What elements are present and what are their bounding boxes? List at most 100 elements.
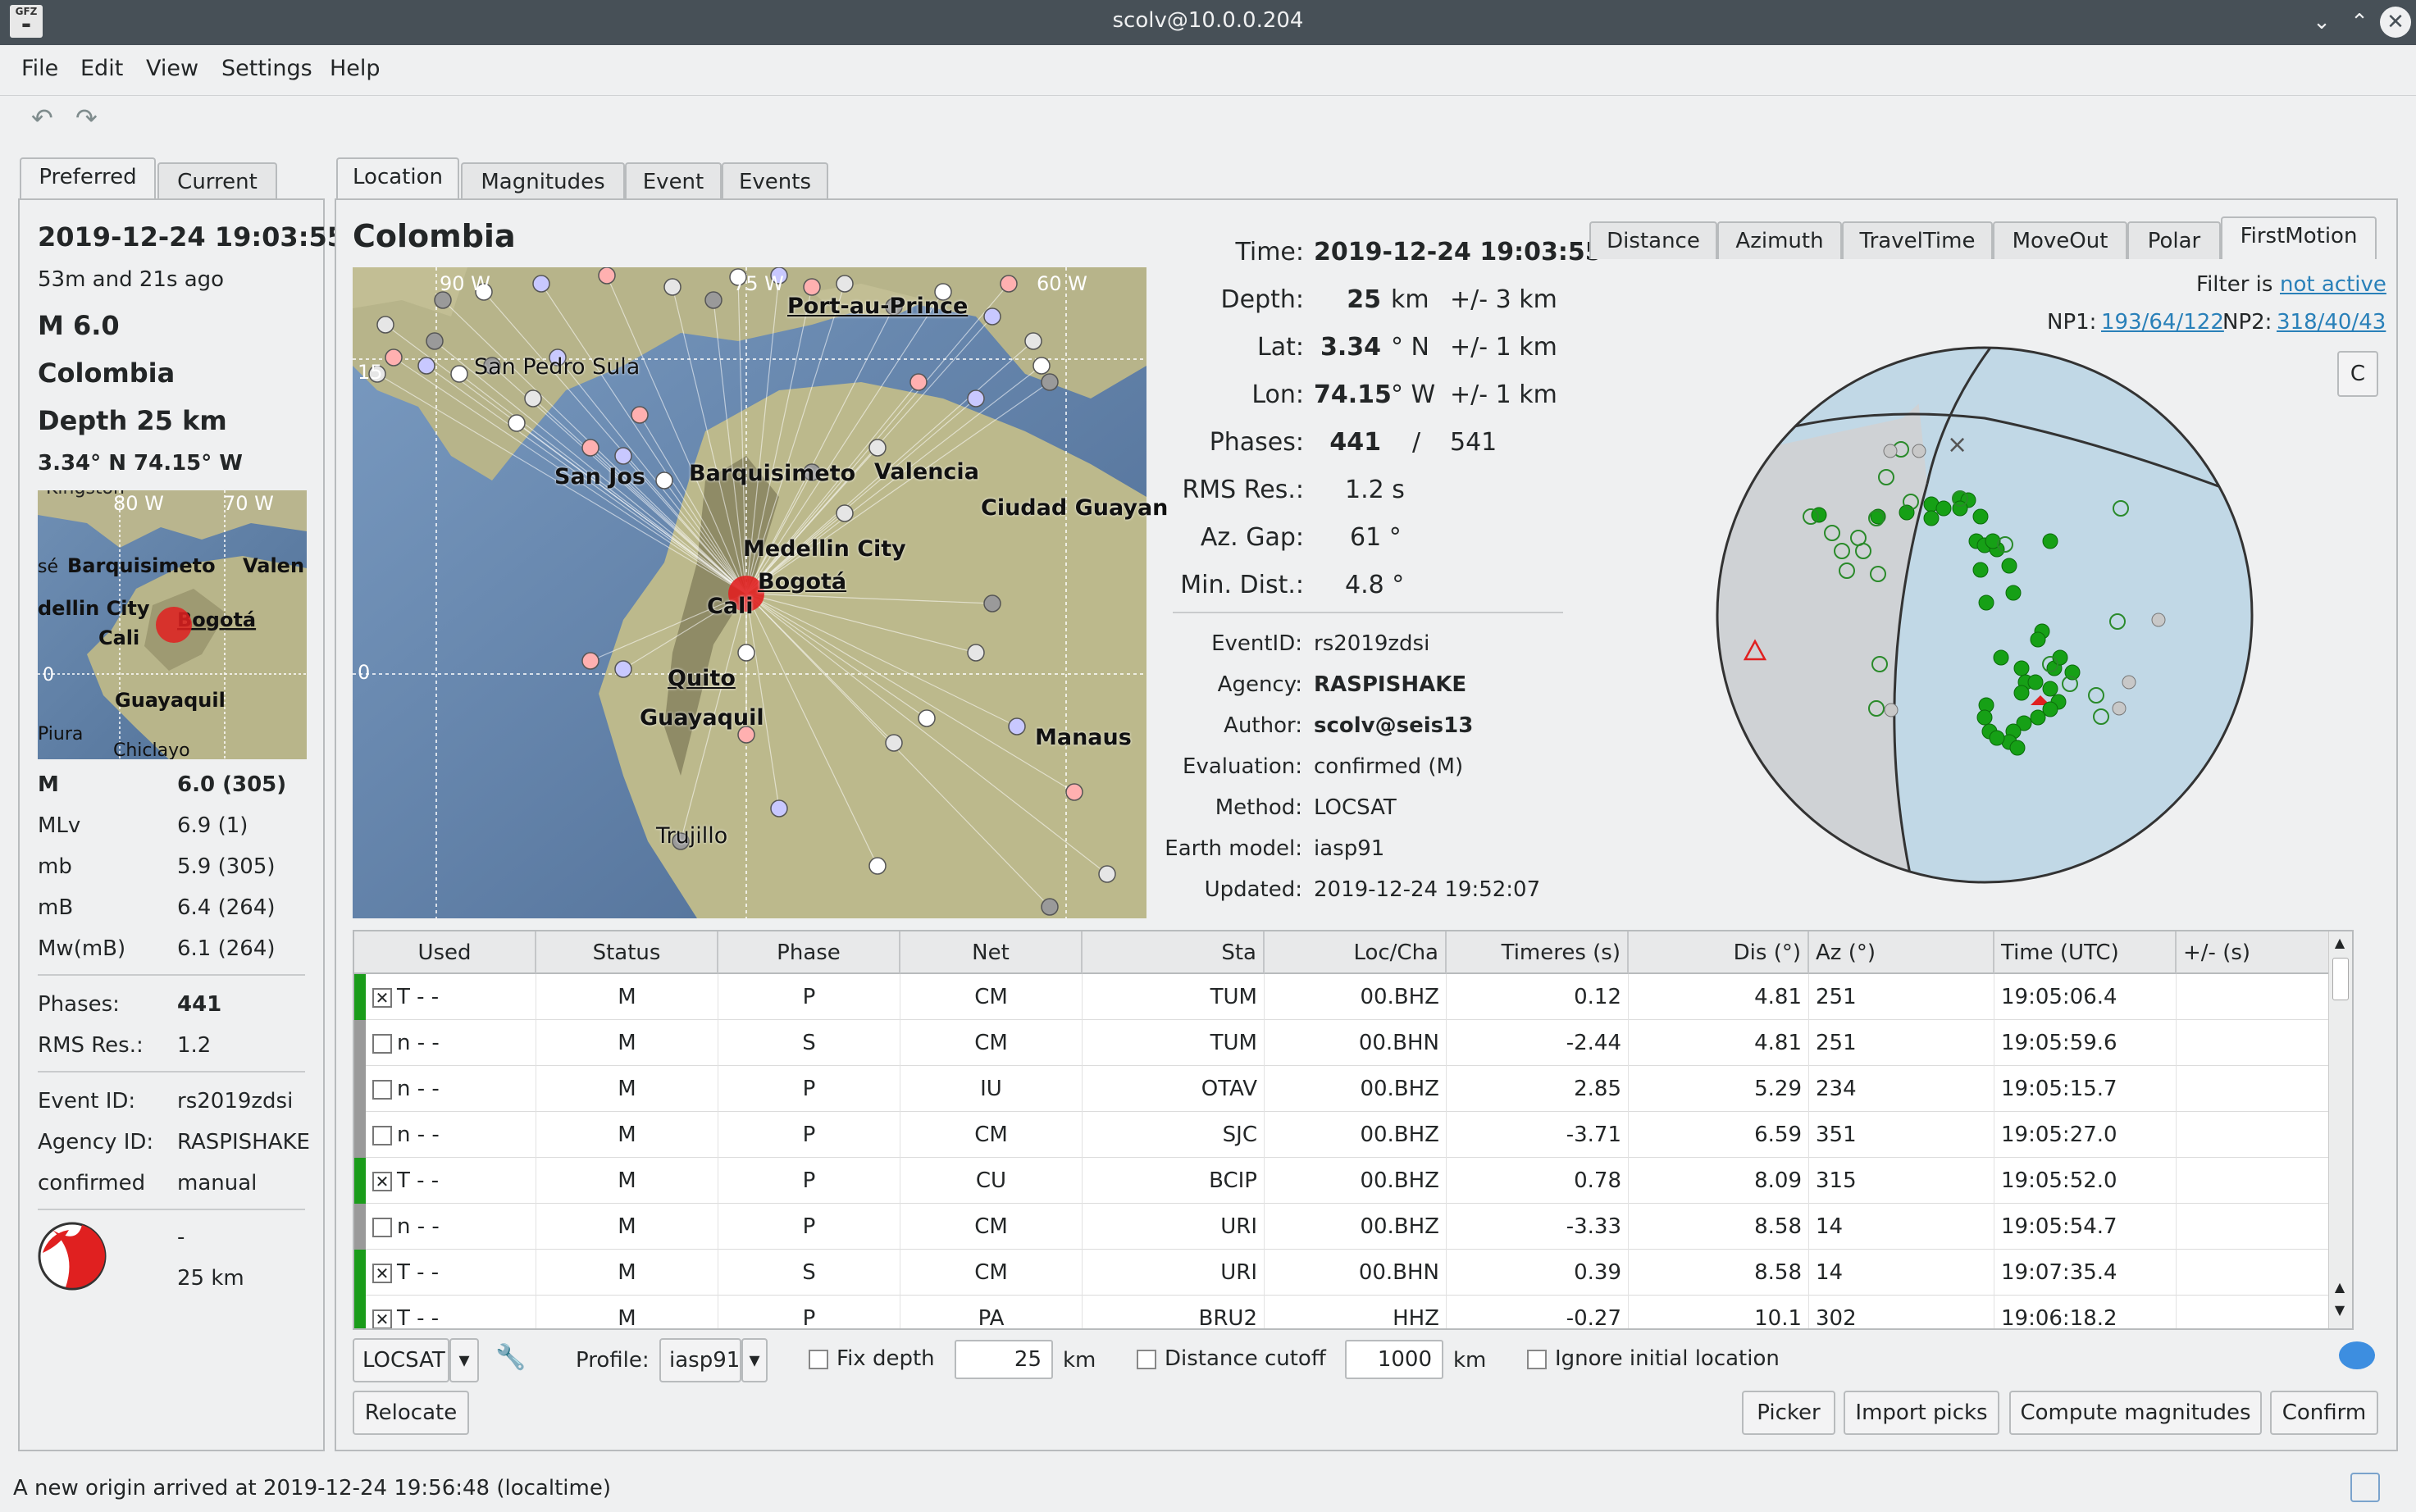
map-station-marker[interactable]	[1008, 717, 1026, 736]
map-station-marker[interactable]	[663, 278, 681, 296]
used-checkbox[interactable]	[372, 1125, 392, 1145]
map-station-marker[interactable]	[655, 471, 673, 490]
undo-icon[interactable]: ↶	[31, 102, 53, 134]
map-station-marker[interactable]	[967, 644, 985, 662]
menu-view[interactable]: View	[146, 56, 198, 81]
column-header[interactable]: Sta	[1083, 931, 1265, 974]
cell-used[interactable]: n - -	[354, 1066, 536, 1112]
locator-dropdown-icon[interactable]: ▾	[449, 1338, 479, 1382]
wrench-icon[interactable]: 🔧	[495, 1343, 526, 1372]
column-header[interactable]: Net	[900, 931, 1083, 974]
used-checkbox[interactable]: ✕	[372, 1309, 392, 1328]
used-checkbox[interactable]	[372, 1033, 392, 1054]
map-station-marker[interactable]	[1024, 332, 1042, 350]
ignore-initial-checkbox[interactable]: Ignore initial location	[1527, 1346, 1780, 1371]
table-row[interactable]: ✕ T - - M P CM TUM 00.BHZ 0.12 4.81 251 19:05:06.4	[354, 974, 2352, 1020]
relocate-button[interactable]: Relocate	[353, 1391, 469, 1435]
menu-file[interactable]: File	[21, 56, 58, 81]
profile-dropdown-icon[interactable]: ▾	[741, 1338, 768, 1382]
tab-distance[interactable]: Distance	[1589, 221, 1717, 259]
table-scrollbar[interactable]: ▲ ▲ ▼	[2328, 931, 2352, 1328]
confirm-button[interactable]: Confirm	[2270, 1391, 2378, 1435]
used-checkbox[interactable]: ✕	[372, 1263, 392, 1283]
map-station-marker[interactable]	[581, 652, 599, 670]
table-row[interactable]: n - - M P CM URI 00.BHZ -3.33 8.58 14 19:05:54.7	[354, 1204, 2352, 1250]
minimize-icon[interactable]: ⌄	[2306, 7, 2337, 38]
cell-used[interactable]: n - -	[354, 1204, 536, 1250]
column-header[interactable]: Phase	[718, 931, 900, 974]
picker-button[interactable]: Picker	[1742, 1391, 1835, 1435]
map-station-marker[interactable]	[376, 316, 394, 334]
map-station-marker[interactable]	[614, 447, 632, 465]
tab-magnitudes[interactable]: Magnitudes	[461, 162, 625, 200]
map-station-marker[interactable]	[983, 594, 1001, 613]
column-header[interactable]: +/- (s)	[2177, 931, 2332, 974]
cell-used[interactable]: n - -	[354, 1020, 536, 1066]
map-station-marker[interactable]	[1041, 373, 1059, 391]
tab-polar[interactable]: Polar	[2127, 221, 2221, 259]
scroll-down-icon[interactable]: ▼	[2331, 1302, 2349, 1322]
map-station-marker[interactable]	[836, 275, 854, 293]
cell-used[interactable]: n - -	[354, 1112, 536, 1158]
table-row[interactable]: ✕ T - - M P CU BCIP 00.BHZ 0.78 8.09 315 19:05:52.…	[354, 1158, 2352, 1204]
distance-cutoff-checkbox[interactable]: Distance cutoff	[1137, 1346, 1326, 1371]
redo-icon[interactable]: ↷	[75, 102, 98, 134]
np2-link[interactable]: 318/40/43	[2277, 310, 2386, 335]
map-station-marker[interactable]	[737, 644, 755, 662]
profile-select[interactable]: iasp91	[659, 1338, 741, 1382]
map-station-marker[interactable]	[770, 799, 788, 817]
menu-help[interactable]: Help	[330, 56, 381, 81]
column-header[interactable]: Loc/Cha	[1265, 931, 1447, 974]
tab-moveout[interactable]: MoveOut	[1993, 221, 2127, 259]
close-icon[interactable]: ✕	[2380, 7, 2411, 38]
map-station-marker[interactable]	[868, 857, 887, 875]
map-station-marker[interactable]	[1041, 898, 1059, 916]
fix-depth-input[interactable]: 25	[955, 1340, 1053, 1379]
map-station-marker[interactable]	[983, 307, 1001, 326]
map-station-marker[interactable]	[885, 734, 903, 752]
tab-azimuth[interactable]: Azimuth	[1717, 221, 1842, 259]
table-row[interactable]: n - - M P IU OTAV 00.BHZ 2.85 5.29 234 19:05:15.7	[354, 1066, 2352, 1112]
map-station-marker[interactable]	[803, 278, 821, 296]
map-station-marker[interactable]	[524, 389, 542, 408]
tab-event[interactable]: Event	[625, 162, 722, 200]
cell-used[interactable]: ✕ T - -	[354, 974, 536, 1020]
map-station-marker[interactable]	[868, 439, 887, 457]
fix-depth-checkbox[interactable]: Fix depth	[809, 1346, 935, 1371]
map-station-marker[interactable]	[1098, 865, 1116, 883]
tab-events[interactable]: Events	[722, 162, 828, 200]
tab-firstmotion[interactable]: FirstMotion	[2221, 216, 2377, 259]
table-row[interactable]: ✕ T - - M P PA BRU2 HHZ -0.27 10.1 302 19:06:18.2	[354, 1296, 2352, 1328]
map-station-marker[interactable]	[967, 389, 985, 408]
tab-traveltime[interactable]: TravelTime	[1842, 221, 1993, 259]
tab-preferred[interactable]: Preferred	[20, 157, 156, 200]
used-checkbox[interactable]	[372, 1079, 392, 1100]
map-station-marker[interactable]	[1000, 275, 1018, 293]
plot-options-button[interactable]: C	[2337, 351, 2378, 397]
tab-current[interactable]: Current	[157, 162, 277, 200]
maximize-icon[interactable]: ⌃	[2344, 7, 2375, 38]
column-header[interactable]: Az (°)	[1809, 931, 1994, 974]
cell-used[interactable]: ✕ T - -	[354, 1158, 536, 1204]
map-station-marker[interactable]	[385, 348, 403, 367]
map-station-marker[interactable]	[918, 709, 936, 727]
connection-icon[interactable]	[2350, 1473, 2380, 1502]
scroll-thumb[interactable]	[2332, 958, 2349, 1000]
map-station-marker[interactable]	[417, 357, 435, 375]
map-station-marker[interactable]	[704, 291, 723, 309]
map-station-marker[interactable]	[1065, 783, 1083, 801]
comment-icon[interactable]	[2339, 1341, 2375, 1369]
column-header[interactable]: Used	[354, 931, 536, 974]
map-station-marker[interactable]	[598, 267, 616, 285]
map-station-marker[interactable]	[450, 365, 468, 383]
phase-table[interactable]: Used Status Phase Net Sta Loc/Cha Timeres (s) D…	[353, 930, 2354, 1330]
column-header[interactable]: Status	[536, 931, 718, 974]
column-header[interactable]: Time (UTC)	[1994, 931, 2177, 974]
map-station-marker[interactable]	[836, 504, 854, 522]
compute-magnitudes-button[interactable]: Compute magnitudes	[2009, 1391, 2262, 1435]
scroll-up-icon[interactable]: ▲	[2331, 935, 2349, 954]
menu-settings[interactable]: Settings	[221, 56, 312, 81]
map-station-marker[interactable]	[1032, 357, 1051, 375]
np1-link[interactable]: 193/64/122	[2101, 310, 2224, 335]
map-station-marker[interactable]	[532, 275, 550, 293]
